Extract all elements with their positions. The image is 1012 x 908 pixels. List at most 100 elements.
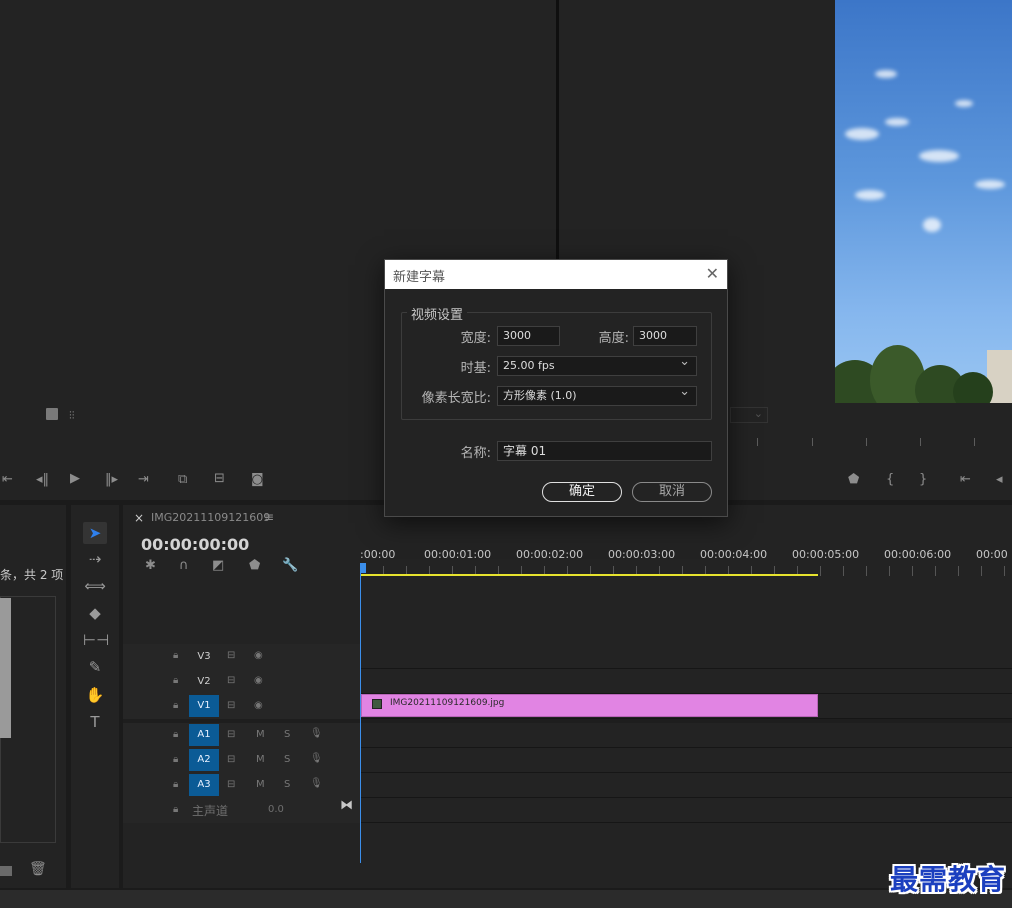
- nest-icon[interactable]: ✱: [145, 559, 156, 573]
- solo-button[interactable]: S: [284, 729, 290, 740]
- width-field[interactable]: 3000: [497, 326, 560, 346]
- sync-lock-icon[interactable]: ⊟: [227, 675, 235, 686]
- sync-lock-icon[interactable]: ⊟: [227, 754, 235, 765]
- linked-selection-icon[interactable]: ◩: [212, 559, 224, 573]
- overwrite-icon[interactable]: ⊟: [214, 472, 225, 486]
- insert-icon[interactable]: ⧉: [178, 473, 187, 487]
- status-bar: [0, 890, 1012, 908]
- lock-icon[interactable]: 🔒︎: [173, 779, 178, 790]
- lock-icon[interactable]: 🔒︎: [173, 650, 178, 661]
- playhead-line[interactable]: [360, 573, 361, 863]
- timebase-select[interactable]: 25.00 fps: [497, 353, 697, 376]
- ruler-label: 00:00:03:00: [608, 548, 676, 561]
- cancel-button[interactable]: 取消: [632, 482, 712, 502]
- microphone-icon[interactable]: 🎙︎: [310, 753, 323, 764]
- track-header-v1: [123, 694, 360, 719]
- go-to-in-icon[interactable]: ⇤: [2, 473, 13, 487]
- new-title-dialog: 新建字幕 ✕ 视频设置 宽度: 3000 高度: 3000 时基: 25.00 …: [384, 259, 728, 517]
- timeline-timecode[interactable]: 00:00:00:00: [141, 535, 249, 554]
- program-go-to-in-icon[interactable]: ⇤: [960, 473, 971, 487]
- trash-icon[interactable]: 🗑: [29, 862, 47, 876]
- timeline-marker-icon[interactable]: ⬟: [249, 559, 260, 573]
- ripple-edit-tool-icon[interactable]: ⟺: [83, 575, 107, 597]
- track-header-a1: [123, 723, 360, 748]
- ruler-label: 00:00:05:00: [792, 548, 860, 561]
- close-sequence-icon[interactable]: ×: [134, 511, 144, 525]
- ruler-label: 00:00:04:00: [700, 548, 768, 561]
- program-preview-image: [835, 0, 1012, 403]
- work-area-bar[interactable]: [360, 574, 818, 576]
- video-clip[interactable]: IMG20211109121609.jpg: [361, 694, 818, 717]
- pen-tool-icon[interactable]: ✎: [83, 656, 107, 678]
- play-icon[interactable]: ▶: [70, 472, 80, 486]
- dialog-title: 新建字幕: [393, 270, 446, 285]
- program-step-back-icon[interactable]: ◂: [996, 473, 1003, 487]
- track-target-v1[interactable]: V1: [189, 695, 219, 717]
- sync-lock-icon[interactable]: ⊟: [227, 779, 235, 790]
- eye-icon[interactable]: ◉: [254, 650, 263, 661]
- mute-button[interactable]: M: [256, 779, 265, 790]
- slip-tool-icon[interactable]: ⊢⊣: [83, 629, 109, 651]
- master-volume-value[interactable]: 0.0: [268, 804, 284, 815]
- mute-button[interactable]: M: [256, 729, 265, 740]
- resolution-dropdown[interactable]: ⌄: [730, 407, 768, 423]
- eye-icon[interactable]: ◉: [254, 675, 263, 686]
- go-to-out-icon[interactable]: ⇥: [138, 473, 149, 487]
- add-marker-icon[interactable]: ⬟: [848, 473, 859, 487]
- height-field[interactable]: 3000: [633, 326, 697, 346]
- close-icon[interactable]: ✕: [706, 264, 719, 283]
- drag-audio-icon[interactable]: ⫶⫶: [69, 409, 75, 423]
- ruler-label: 00:00: [976, 548, 1008, 561]
- mute-button[interactable]: M: [256, 754, 265, 765]
- microphone-icon[interactable]: 🎙︎: [310, 778, 323, 789]
- title-name-field[interactable]: 字幕 01: [497, 441, 712, 461]
- name-label: 名称:: [460, 446, 491, 461]
- fx-badge-icon: [372, 699, 382, 709]
- project-thumbnail[interactable]: [0, 598, 11, 738]
- snap-icon[interactable]: ∩: [179, 559, 189, 573]
- go-to-end-icon[interactable]: ⧓: [340, 799, 353, 813]
- new-bin-icon[interactable]: [0, 866, 12, 876]
- razor-tool-icon[interactable]: ◆: [83, 602, 107, 624]
- watermark-logo: 最需教育: [889, 863, 1006, 896]
- panel-menu-icon[interactable]: ≡: [264, 510, 274, 524]
- hand-tool-icon[interactable]: ✋: [83, 684, 107, 706]
- sync-lock-icon[interactable]: ⊟: [227, 650, 235, 661]
- sync-lock-icon[interactable]: ⊟: [227, 729, 235, 740]
- sync-lock-icon[interactable]: ⊟: [227, 700, 235, 711]
- mark-in-icon[interactable]: {: [886, 473, 894, 487]
- ok-button[interactable]: 确定: [542, 482, 622, 502]
- solo-button[interactable]: S: [284, 779, 290, 790]
- step-back-icon[interactable]: ◂‖: [36, 473, 49, 487]
- track-target-v2[interactable]: V2: [189, 671, 219, 693]
- drag-video-icon[interactable]: [46, 408, 58, 420]
- lock-icon[interactable]: 🔒︎: [173, 700, 178, 711]
- solo-button[interactable]: S: [284, 754, 290, 765]
- playhead-handle[interactable]: [360, 563, 366, 573]
- lock-icon[interactable]: 🔒︎: [173, 804, 178, 815]
- track-target-a2[interactable]: A2: [189, 749, 219, 771]
- track-target-v3[interactable]: V3: [189, 646, 219, 668]
- type-tool-icon[interactable]: T: [83, 711, 107, 733]
- lock-icon[interactable]: 🔒︎: [173, 729, 178, 740]
- master-track-label: 主声道: [192, 804, 229, 818]
- ruler-label: 00:00:06:00: [884, 548, 952, 561]
- sequence-tab[interactable]: IMG20211109121609: [151, 511, 270, 524]
- track-target-a3[interactable]: A3: [189, 774, 219, 796]
- track-select-tool-icon[interactable]: ⇢: [83, 548, 107, 570]
- lock-icon[interactable]: 🔒︎: [173, 754, 178, 765]
- eye-icon[interactable]: ◉: [254, 700, 263, 711]
- track-target-a1[interactable]: A1: [189, 724, 219, 746]
- lock-icon[interactable]: 🔒︎: [173, 675, 178, 686]
- clip-name: IMG20211109121609.jpg: [390, 698, 505, 708]
- mark-out-icon[interactable]: }: [919, 473, 927, 487]
- wrench-icon[interactable]: 🔧: [282, 559, 298, 573]
- track-header-v3: [123, 644, 360, 669]
- selection-tool-icon[interactable]: ➤: [83, 522, 107, 544]
- step-forward-icon[interactable]: ‖▸: [105, 473, 118, 487]
- ruler-label: :00:00: [360, 548, 396, 561]
- pixel-aspect-ratio-select[interactable]: 方形像素 (1.0): [497, 383, 697, 406]
- microphone-icon[interactable]: 🎙︎: [310, 728, 323, 739]
- camera-icon[interactable]: ◙: [251, 473, 264, 487]
- height-label: 高度:: [598, 331, 629, 346]
